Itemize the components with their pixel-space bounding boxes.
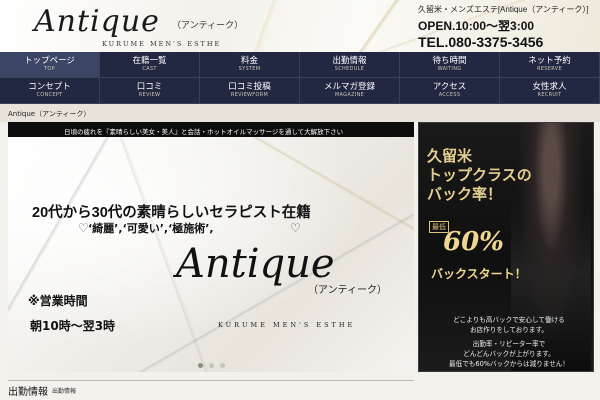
nav-label: 女性求人: [532, 82, 567, 92]
main-nav: トップページ TOP 在籍一覧 CAST 料金 SYSTEM 出勤情報 SCHE…: [0, 52, 600, 104]
nav-sublabel: REVIEW: [138, 92, 161, 98]
nav-sublabel: TOP: [44, 66, 55, 72]
site-logo[interactable]: Antique （アンティーク） KURUME MEN'S ESTHE: [34, 4, 264, 50]
nav-item-system[interactable]: 料金 SYSTEM: [200, 52, 300, 78]
nav-item-concept[interactable]: コンセプト CONCEPT: [0, 78, 100, 104]
shop-hours: OPEN.10:00～翌3:00: [418, 19, 535, 33]
hero-slider[interactable]: 20代から30代の素晴らしいセラピスト在籍 ♡ ‘綺麗’,‘可愛い’,‘極施術’…: [8, 137, 414, 372]
nav-sublabel: RESERVE: [537, 66, 562, 72]
nav-item-recruit[interactable]: 女性求人 RECRUIT: [500, 78, 600, 104]
nav-sublabel: SCHEDULE: [334, 66, 365, 72]
nav-label: コンセプト: [28, 82, 71, 92]
nav-item-waiting[interactable]: 待ち時間 WAITING: [400, 52, 500, 78]
logo-subtitle: KURUME MEN'S ESTHE: [102, 40, 222, 48]
nav-label: 在籍一覧: [132, 56, 167, 66]
hero-tags: ‘綺麗’,‘可愛い’,‘極施術’,: [88, 222, 214, 235]
nav-sublabel: ACCESS: [438, 92, 461, 98]
attendance-section-header: 出勤情報 出勤情報: [8, 380, 414, 400]
rate-subtitle: バックスタート！: [431, 267, 527, 281]
recruit-text-line: お店作りをしております。: [469, 326, 549, 334]
slider-dot[interactable]: [198, 363, 203, 368]
nav-item-magazine[interactable]: メルマガ登録 MAGAZINE: [300, 78, 400, 104]
hero-logo-kana: （アンティーク）: [308, 285, 387, 296]
recruit-text-line: 出勤率・リピーター率で: [472, 340, 546, 348]
nav-label: メルマガ登録: [323, 82, 375, 92]
heart-icon: ♡: [290, 221, 301, 235]
hero-hours: 朝10時～翌3時: [30, 319, 116, 333]
slider-dot[interactable]: [209, 363, 214, 368]
nav-label: トップページ: [24, 56, 75, 66]
marquee-ticker: 日頃の疲れを『素晴らしい美女・美人』と会話・ホットオイルマッサージを通して大解放…: [8, 122, 414, 137]
nav-item-top[interactable]: トップページ TOP: [0, 52, 100, 78]
nav-label: 口コミ: [136, 82, 163, 92]
nav-sublabel: CAST: [142, 66, 157, 72]
nav-item-schedule[interactable]: 出勤情報 SCHEDULE: [300, 52, 400, 78]
logo-kana: （アンティーク）: [172, 21, 244, 31]
nav-label: 出勤情報: [332, 56, 367, 66]
shop-info: 久留米・メンズエステ[Antique（アンティーク）] OPEN.10:00～翌…: [418, 4, 598, 50]
nav-label: 料金: [240, 56, 258, 66]
nav-item-cast[interactable]: 在籍一覧 CAST: [100, 52, 200, 78]
nav-sublabel: SYSTEM: [238, 66, 261, 72]
recruit-title: 久留米 トップクラスの バック率！: [427, 147, 532, 204]
nav-item-access[interactable]: アクセス ACCESS: [400, 78, 500, 104]
attendance-subtitle: 出勤情報: [52, 388, 77, 395]
recruit-banner[interactable]: 久留米 トップクラスの バック率！ 最低 60% バックスタート！ どこよりも高…: [418, 122, 594, 372]
recruit-text-line: 最低でも60%バックからは減りません！: [449, 360, 569, 368]
recruit-title-line: トップクラスの: [427, 166, 532, 184]
hero-headline: 20代から30代の素晴らしいセラピスト在籍: [32, 205, 311, 221]
recruit-text-line: どんどんバックが上がります。: [463, 350, 555, 358]
recruit-text: どこよりも高バックで安心して働ける お店作りをしております。 出勤率・リピーター…: [429, 315, 589, 369]
slider-dot[interactable]: [220, 363, 225, 368]
nav-sublabel: RECRUIT: [537, 92, 562, 98]
shop-tel[interactable]: TEL.080-3375-3456: [418, 34, 598, 50]
shop-name: 久留米・メンズエステ[Antique（アンティーク）]: [418, 5, 589, 14]
nav-item-review[interactable]: 口コミ REVIEW: [100, 78, 200, 104]
nav-label: ネット予約: [528, 56, 571, 66]
nav-item-reviewform[interactable]: 口コミ投稿 REVIEWFORM: [200, 78, 300, 104]
nav-item-reserve[interactable]: ネット予約 RESERVE: [500, 52, 600, 78]
nav-sublabel: MAGAZINE: [334, 92, 365, 98]
hero-hours-label: ※営業時間: [28, 294, 88, 308]
rate-value: 60%: [443, 227, 504, 257]
recruit-title-line: バック率！: [427, 185, 503, 203]
attendance-title: 出勤情報: [8, 387, 48, 398]
nav-label: 口コミ投稿: [228, 82, 271, 92]
nav-sublabel: WAITING: [437, 66, 462, 72]
hero-logo-subtitle: KURUME MEN'S ESTHE: [218, 321, 356, 329]
nav-label: アクセス: [432, 82, 467, 92]
breadcrumb: Antique（アンティーク）: [0, 104, 600, 122]
logo-text: Antique: [34, 4, 160, 39]
nav-label: 待ち時間: [432, 56, 467, 66]
nav-sublabel: REVIEWFORM: [230, 92, 269, 98]
recruit-text-line: どこよりも高バックで安心して働ける: [453, 316, 565, 324]
nav-sublabel: CONCEPT: [36, 92, 63, 98]
site-header: Antique （アンティーク） KURUME MEN'S ESTHE 久留米・…: [0, 0, 600, 52]
slider-dots: [198, 363, 225, 368]
recruit-title-line: 久留米: [427, 147, 473, 165]
